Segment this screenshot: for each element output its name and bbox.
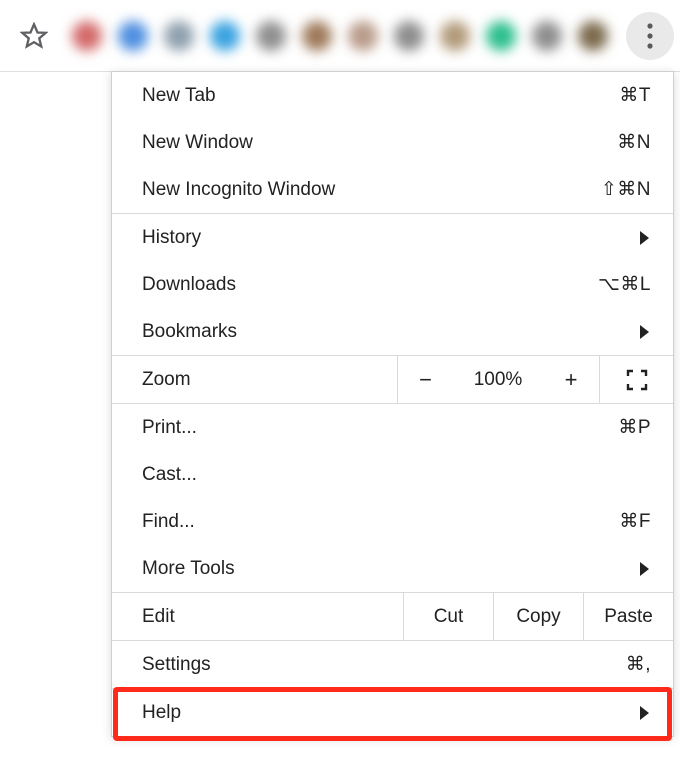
menu-item-new-tab[interactable]: New Tab ⌘T <box>112 72 673 119</box>
submenu-arrow-icon <box>640 562 649 576</box>
star-icon <box>20 22 48 50</box>
menu-item-label: More Tools <box>142 558 235 580</box>
menu-shortcut: ⌘N <box>617 131 651 154</box>
menu-item-history[interactable]: History <box>112 214 673 261</box>
menu-item-zoom: Zoom − 100% + <box>112 356 673 403</box>
menu-item-label: Settings <box>142 654 211 676</box>
extension-icon[interactable] <box>486 21 516 51</box>
chrome-menu-button[interactable] <box>626 12 674 60</box>
extension-icon[interactable] <box>394 21 424 51</box>
menu-item-label: New Window <box>142 132 253 154</box>
minus-icon: − <box>419 367 432 393</box>
menu-shortcut: ⌘, <box>626 653 651 676</box>
browser-toolbar <box>0 0 680 72</box>
zoom-in-button[interactable]: + <box>543 356 599 403</box>
menu-item-label: Bookmarks <box>142 321 237 343</box>
bookmark-star-button[interactable] <box>14 16 54 56</box>
extension-icon[interactable] <box>256 21 286 51</box>
menu-item-downloads[interactable]: Downloads ⌥⌘L <box>112 261 673 308</box>
fullscreen-icon <box>626 369 648 391</box>
menu-item-label: Downloads <box>142 274 236 296</box>
edit-label: Edit <box>112 593 403 640</box>
plus-icon: + <box>565 367 578 393</box>
menu-item-label: New Incognito Window <box>142 179 335 201</box>
menu-item-new-incognito[interactable]: New Incognito Window ⇧⌘N <box>112 166 673 213</box>
extension-icon[interactable] <box>302 21 332 51</box>
menu-item-print[interactable]: Print... ⌘P <box>112 404 673 451</box>
menu-item-bookmarks[interactable]: Bookmarks <box>112 308 673 355</box>
menu-item-find[interactable]: Find... ⌘F <box>112 498 673 545</box>
menu-item-edit: Edit Cut Copy Paste <box>112 593 673 640</box>
zoom-percentage: 100% <box>453 356 543 403</box>
menu-item-help[interactable]: Help <box>112 689 673 736</box>
menu-shortcut: ⇧⌘N <box>601 178 651 201</box>
menu-item-label: History <box>142 227 201 249</box>
fullscreen-button[interactable] <box>599 356 673 403</box>
submenu-arrow-icon <box>640 706 649 720</box>
menu-shortcut: ⌘P <box>618 416 651 439</box>
menu-shortcut: ⌘F <box>619 510 651 533</box>
menu-item-label: Help <box>142 702 181 724</box>
extension-icons-area <box>54 21 618 51</box>
submenu-arrow-icon <box>640 231 649 245</box>
menu-item-label: Print... <box>142 417 197 439</box>
paste-button[interactable]: Paste <box>583 593 673 640</box>
extension-icon[interactable] <box>440 21 470 51</box>
menu-shortcut: ⌘T <box>619 84 651 107</box>
copy-button[interactable]: Copy <box>493 593 583 640</box>
menu-item-label: New Tab <box>142 85 216 107</box>
extension-icon[interactable] <box>532 21 562 51</box>
extension-icon[interactable] <box>210 21 240 51</box>
cut-button[interactable]: Cut <box>403 593 493 640</box>
zoom-label: Zoom <box>112 356 397 403</box>
kebab-icon <box>647 23 653 49</box>
extension-icon[interactable] <box>348 21 378 51</box>
extension-icon[interactable] <box>72 21 102 51</box>
zoom-out-button[interactable]: − <box>397 356 453 403</box>
menu-shortcut: ⌥⌘L <box>598 273 651 296</box>
submenu-arrow-icon <box>640 325 649 339</box>
extension-icon[interactable] <box>578 21 608 51</box>
menu-item-label: Cast... <box>142 464 197 486</box>
menu-item-cast[interactable]: Cast... <box>112 451 673 498</box>
menu-item-new-window[interactable]: New Window ⌘N <box>112 119 673 166</box>
extension-icon[interactable] <box>164 21 194 51</box>
chrome-main-menu: New Tab ⌘T New Window ⌘N New Incognito W… <box>111 71 674 737</box>
menu-item-more-tools[interactable]: More Tools <box>112 545 673 592</box>
menu-item-settings[interactable]: Settings ⌘, <box>112 641 673 688</box>
menu-item-label: Find... <box>142 511 195 533</box>
extension-icon[interactable] <box>118 21 148 51</box>
